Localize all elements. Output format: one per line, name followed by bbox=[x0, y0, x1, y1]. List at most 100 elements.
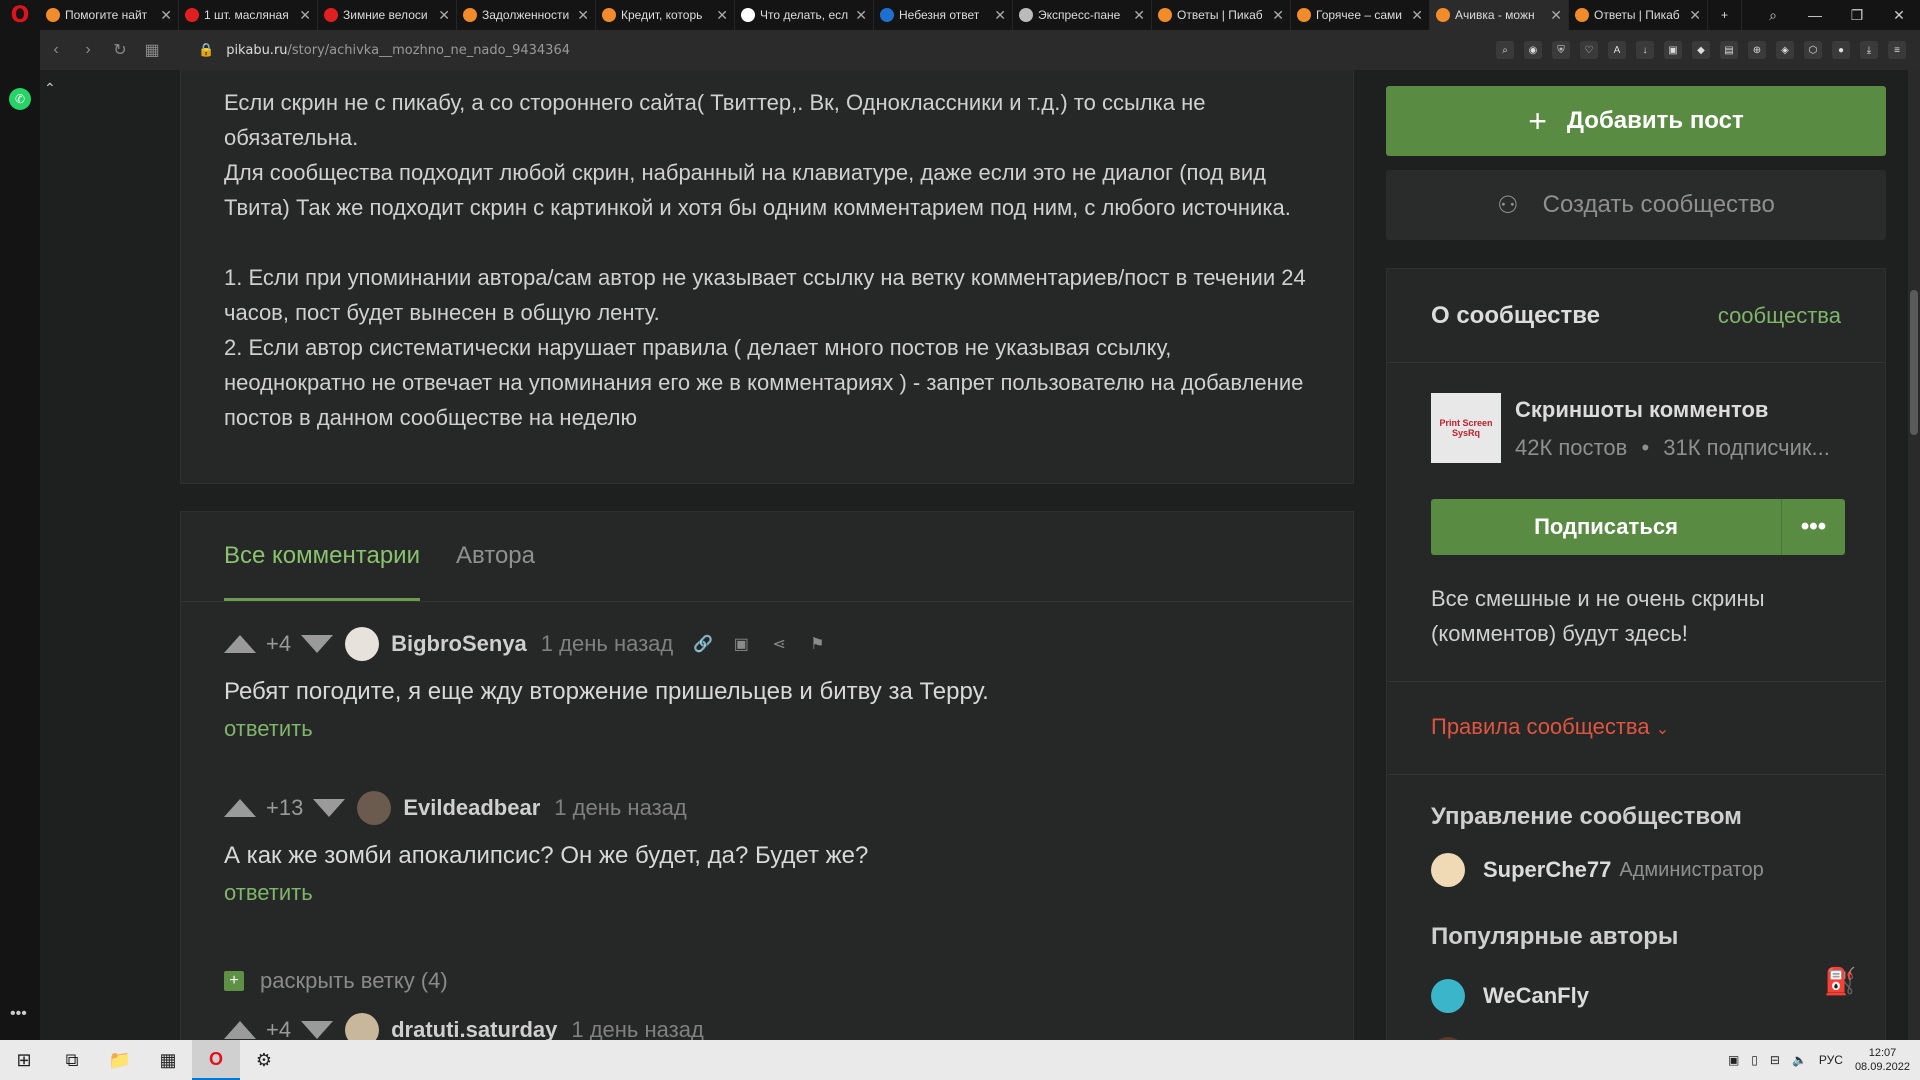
close-tab-icon[interactable]: ✕ bbox=[716, 7, 728, 24]
url-field[interactable]: 🔒 pikabu.ru/story/achivka__mozhno_ne_nado… bbox=[198, 43, 570, 58]
link-icon[interactable]: 🔗 bbox=[693, 635, 713, 653]
shield-icon[interactable]: ⛨ bbox=[1552, 41, 1570, 59]
avatar[interactable] bbox=[345, 1013, 380, 1040]
search-tabs-icon[interactable]: ⌕ bbox=[1752, 0, 1794, 30]
close-window-icon[interactable]: ✕ bbox=[1878, 0, 1920, 30]
upvote-icon[interactable] bbox=[224, 635, 256, 653]
browser-tab[interactable]: Горячее – сами ✕ bbox=[1291, 0, 1430, 30]
browser-tab[interactable]: 1 шт. масляная ✕ bbox=[179, 0, 318, 30]
extension-icon[interactable]: ▣ bbox=[1664, 41, 1682, 59]
upvote-icon[interactable] bbox=[224, 1021, 256, 1039]
extension-icon[interactable]: ◆ bbox=[1692, 41, 1710, 59]
opera-taskbar-icon[interactable]: O bbox=[192, 1040, 240, 1080]
scroll-top-icon[interactable]: ⌃ bbox=[44, 80, 56, 97]
avatar[interactable] bbox=[345, 627, 380, 661]
avatar[interactable] bbox=[357, 791, 392, 825]
zoom-icon[interactable]: ⌕ bbox=[1496, 41, 1514, 59]
page-scrollbar[interactable] bbox=[1908, 70, 1920, 1040]
more-options-button[interactable]: ••• bbox=[1781, 499, 1845, 555]
browser-tab[interactable]: Задолженности ✕ bbox=[457, 0, 596, 30]
comment-author[interactable]: dratuti.saturday bbox=[391, 1017, 557, 1040]
globe-icon[interactable]: ⊕ bbox=[1748, 41, 1766, 59]
close-tab-icon[interactable]: ✕ bbox=[1550, 7, 1562, 24]
close-tab-icon[interactable]: ✕ bbox=[299, 7, 311, 24]
reload-icon[interactable]: ↻ bbox=[104, 34, 136, 66]
minimize-icon[interactable]: — bbox=[1794, 0, 1836, 30]
network-app-icon[interactable]: ⚙ bbox=[240, 1040, 288, 1080]
close-tab-icon[interactable]: ✕ bbox=[855, 7, 867, 24]
clock[interactable]: 12:07 08.09.2022 bbox=[1855, 1046, 1910, 1074]
browser-tab[interactable]: Ответы | Пикаб ✕ bbox=[1152, 0, 1291, 30]
close-tab-icon[interactable]: ✕ bbox=[1689, 7, 1701, 24]
share-icon[interactable]: ⋖ bbox=[769, 635, 789, 653]
browser-tab[interactable]: Небезня ответ ✕ bbox=[874, 0, 1013, 30]
menu-icon[interactable]: ≡ bbox=[1888, 41, 1906, 59]
close-tab-icon[interactable]: ✕ bbox=[160, 7, 172, 24]
file-explorer-icon[interactable]: 📁 bbox=[96, 1040, 144, 1080]
close-tab-icon[interactable]: ✕ bbox=[1133, 7, 1145, 24]
comment-author[interactable]: BigbroSenya bbox=[391, 631, 527, 657]
adblock-icon[interactable]: A bbox=[1608, 41, 1626, 59]
browser-tab[interactable]: Кредит, которь ✕ bbox=[596, 0, 735, 30]
comment-time[interactable]: 1 день назад bbox=[541, 631, 673, 657]
heart-icon[interactable]: ♡ bbox=[1580, 41, 1598, 59]
restore-icon[interactable]: ❐ bbox=[1836, 0, 1878, 30]
new-tab-button[interactable]: + bbox=[1708, 0, 1742, 30]
create-community-button[interactable]: ⚇ Создать сообщество bbox=[1386, 170, 1886, 240]
extension-icon[interactable]: ▤ bbox=[1720, 41, 1738, 59]
avatar[interactable] bbox=[1431, 853, 1465, 887]
add-post-button[interactable]: + Добавить пост bbox=[1386, 86, 1886, 156]
nvidia-icon[interactable]: ▣ bbox=[1728, 1053, 1739, 1067]
upvote-icon[interactable] bbox=[224, 799, 256, 817]
community-link[interactable]: сообщества bbox=[1718, 303, 1841, 329]
browser-tab[interactable]: Зимние велоси ✕ bbox=[318, 0, 457, 30]
network-icon[interactable]: ⊟ bbox=[1770, 1053, 1780, 1067]
tab-author-comments[interactable]: Автора bbox=[456, 512, 535, 601]
tab-all-comments[interactable]: Все комментарии bbox=[224, 512, 420, 601]
scrollbar-thumb[interactable] bbox=[1910, 290, 1918, 435]
opera-logo[interactable]: O bbox=[0, 0, 40, 30]
browser-tab[interactable]: Помогите найт ✕ bbox=[40, 0, 179, 30]
comment-time[interactable]: 1 день назад bbox=[554, 795, 686, 821]
browser-tab[interactable]: Ответы | Пикаб ✕ bbox=[1569, 0, 1708, 30]
paint-bucket-icon[interactable]: ⛽ bbox=[1824, 966, 1856, 997]
browser-tab[interactable]: Ачивка - можн ✕ bbox=[1430, 0, 1569, 30]
whatsapp-icon[interactable]: ✆ bbox=[9, 88, 31, 110]
browser-tab[interactable]: Что делать, есл ✕ bbox=[735, 0, 874, 30]
downloads-icon[interactable]: ⤓ bbox=[1860, 41, 1878, 59]
close-tab-icon[interactable]: ✕ bbox=[438, 7, 450, 24]
community-logo[interactable]: Print Screen SysRq bbox=[1431, 393, 1501, 463]
flag-icon[interactable]: ⚑ bbox=[807, 635, 827, 653]
sidebar-more-icon[interactable]: ••• bbox=[10, 1005, 27, 1023]
speed-dial-icon[interactable]: ▦ bbox=[136, 34, 168, 66]
profile-icon[interactable]: ● bbox=[1832, 41, 1850, 59]
vpn-icon[interactable]: ◈ bbox=[1776, 41, 1794, 59]
popular-author-name[interactable]: WeCanFly bbox=[1483, 983, 1589, 1009]
downvote-icon[interactable] bbox=[301, 1021, 334, 1039]
subscribe-button[interactable]: Подписаться bbox=[1431, 499, 1781, 555]
snapshot-icon[interactable]: ◉ bbox=[1524, 41, 1542, 59]
language-indicator[interactable]: РУС bbox=[1819, 1053, 1843, 1067]
close-tab-icon[interactable]: ✕ bbox=[994, 7, 1006, 24]
calculator-icon[interactable]: ▦ bbox=[144, 1040, 192, 1080]
comment-time[interactable]: 1 день назад bbox=[571, 1017, 703, 1040]
close-tab-icon[interactable]: ✕ bbox=[1411, 7, 1423, 24]
close-tab-icon[interactable]: ✕ bbox=[577, 7, 589, 24]
community-name[interactable]: Скриншоты комментов bbox=[1515, 397, 1830, 423]
close-tab-icon[interactable]: ✕ bbox=[1272, 7, 1284, 24]
avatar[interactable] bbox=[1431, 979, 1465, 1013]
task-view-icon[interactable]: ⧉ bbox=[48, 1040, 96, 1080]
back-icon[interactable]: ‹ bbox=[40, 34, 72, 66]
reply-link[interactable]: ответить bbox=[224, 716, 989, 742]
battery-icon[interactable]: ▯ bbox=[1751, 1053, 1758, 1067]
comment-author[interactable]: Evildeadbear bbox=[403, 795, 540, 821]
downvote-icon[interactable] bbox=[313, 799, 346, 817]
save-icon[interactable]: ▣ bbox=[731, 635, 751, 653]
browser-tab[interactable]: Экспресс-пане ✕ bbox=[1013, 0, 1152, 30]
cube-icon[interactable]: ⬡ bbox=[1804, 41, 1822, 59]
downvote-icon[interactable] bbox=[301, 635, 334, 653]
volume-icon[interactable]: 🔈 bbox=[1792, 1053, 1807, 1067]
community-rules-toggle[interactable]: Правила сообщества ⌄ bbox=[1387, 681, 1885, 775]
forward-icon[interactable]: › bbox=[72, 34, 104, 66]
download-ext-icon[interactable]: ↓ bbox=[1636, 41, 1654, 59]
